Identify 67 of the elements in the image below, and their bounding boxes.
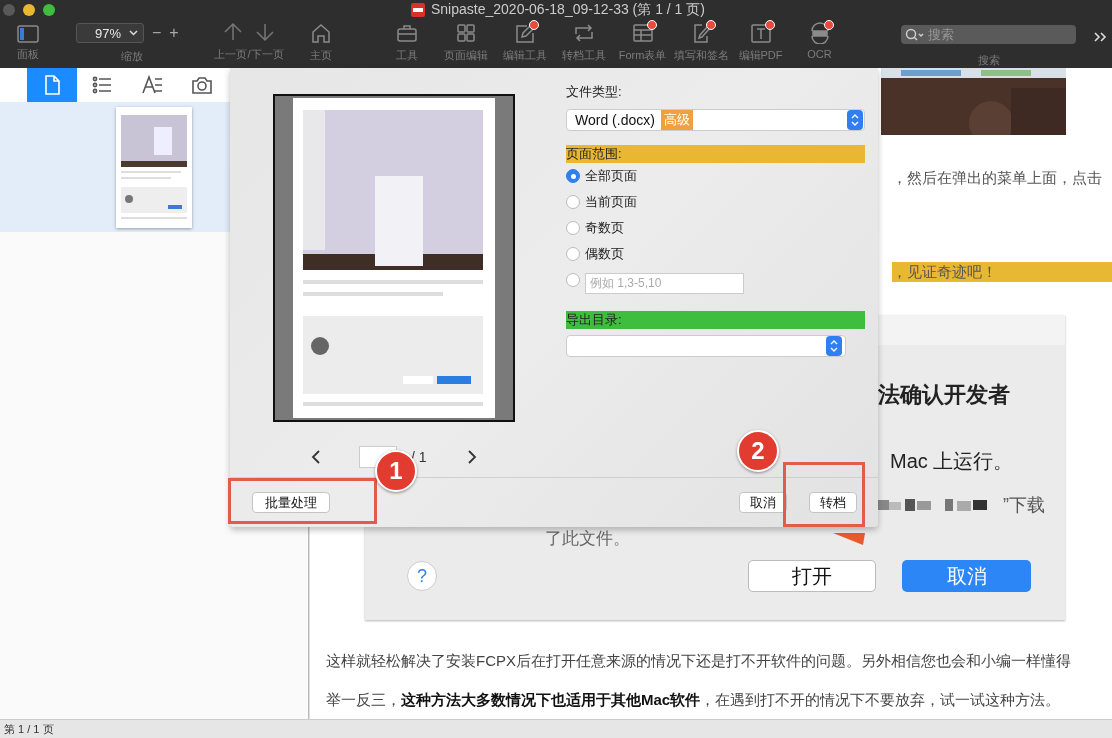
stepper-icon [826, 336, 842, 356]
zoom-in-button[interactable]: + [169, 24, 179, 42]
paragraph-line: 这样就轻松解决了安装FCPX后在打开任意来源的情况下还是打不开软件的问题。另外相信您也会和小编一样懂得 [326, 651, 1072, 671]
zoom-out-button[interactable]: − [152, 24, 162, 42]
pdf-icon [410, 2, 426, 18]
notification-dot [528, 20, 539, 30]
panel-icon [17, 25, 39, 43]
window-title: Snipaste_2020-06-18_09-12-33 (第 1 / 1 页) [431, 1, 705, 19]
dialog-message: 了此文件。 [545, 528, 630, 550]
radio-button[interactable] [566, 169, 580, 183]
down-arrow-icon[interactable] [255, 22, 275, 42]
tag: 高级 [660, 110, 693, 130]
dialog-heading: 法确认开发者 [878, 381, 1011, 409]
overflow-icon[interactable] [1093, 31, 1107, 43]
next-page-icon[interactable] [465, 449, 478, 465]
toolbar-button[interactable]: 主页 [291, 19, 350, 63]
export-folder-dropdown[interactable] [566, 335, 846, 357]
table-icon [630, 22, 655, 44]
convert-button[interactable]: 转档 [809, 492, 857, 513]
toolbar-button[interactable]: 工具 [377, 19, 436, 63]
search-label: 搜索 [977, 53, 1000, 68]
radio-label[interactable]: 奇数页 [585, 219, 624, 237]
toolbar-button[interactable]: OCR [790, 19, 849, 60]
zoom-dropdown[interactable]: 97% [76, 23, 144, 43]
toolbar-button[interactable]: 页面编辑 [436, 19, 495, 63]
dialog-message: ”下载 [1003, 494, 1045, 517]
radio-button[interactable] [566, 221, 580, 235]
radio-label[interactable]: 偶数页 [585, 245, 624, 263]
notification-dot [823, 20, 834, 30]
toolbox-icon [394, 22, 419, 44]
field-label: 文件类型: [566, 83, 623, 101]
sidebar-tab[interactable] [27, 68, 77, 102]
notification-dot [764, 20, 775, 30]
cancel-button[interactable]: 取消 [739, 492, 787, 513]
up-arrow-icon[interactable] [223, 22, 243, 42]
panel-button[interactable]: 面板 [0, 19, 56, 62]
paragraph-line: 举一反三，这种方法大多数情况下也适用于其他Mac软件，在遇到打不开的情况下不要放弃，试一试这种方法。 [326, 690, 1062, 710]
radio-button[interactable] [566, 273, 580, 287]
zoom-label: 缩放 [121, 49, 144, 64]
text-icon [748, 22, 773, 44]
radio-label[interactable]: 全部页面 [585, 167, 637, 185]
toolbar-button[interactable]: 编辑PDF [731, 19, 790, 63]
toolbar-button[interactable]: Form表单 [613, 19, 672, 63]
zoom-icon[interactable] [43, 3, 55, 16]
minimize-icon[interactable] [23, 3, 35, 16]
radio-button[interactable] [566, 195, 580, 209]
previous-page-icon[interactable] [310, 449, 322, 465]
notification-dot [705, 20, 716, 30]
toolbar-button[interactable]: 编辑工具 [495, 19, 554, 63]
toolbar-button[interactable]: 转档工具 [554, 19, 613, 63]
stepper-icon [847, 110, 863, 130]
toolbar-button[interactable]: 填写和签名 [672, 19, 731, 63]
field-label: 页面范围: [566, 145, 865, 163]
page-range-field[interactable]: 例如 1,3-5,10 [585, 272, 744, 294]
search-icon [905, 28, 925, 42]
batch-button[interactable]: 批量处理 [252, 492, 330, 513]
radio-label[interactable]: 当前页面 [585, 193, 637, 211]
caret-icon [129, 30, 138, 36]
arrow-icon [833, 532, 865, 545]
field-label: 导出目录: [566, 311, 865, 329]
notification-dot [646, 20, 657, 30]
dialog-message: Mac 上运行。 [890, 449, 1015, 474]
file-type-dropdown[interactable]: Word (.docx) 高级 [566, 109, 865, 131]
status-text: 第 1 / 1 页 [4, 721, 54, 737]
search-field[interactable]: 搜索 [901, 25, 1076, 44]
radio-button[interactable] [566, 247, 580, 261]
document-text: ，见证奇迹吧！ [892, 262, 1112, 282]
